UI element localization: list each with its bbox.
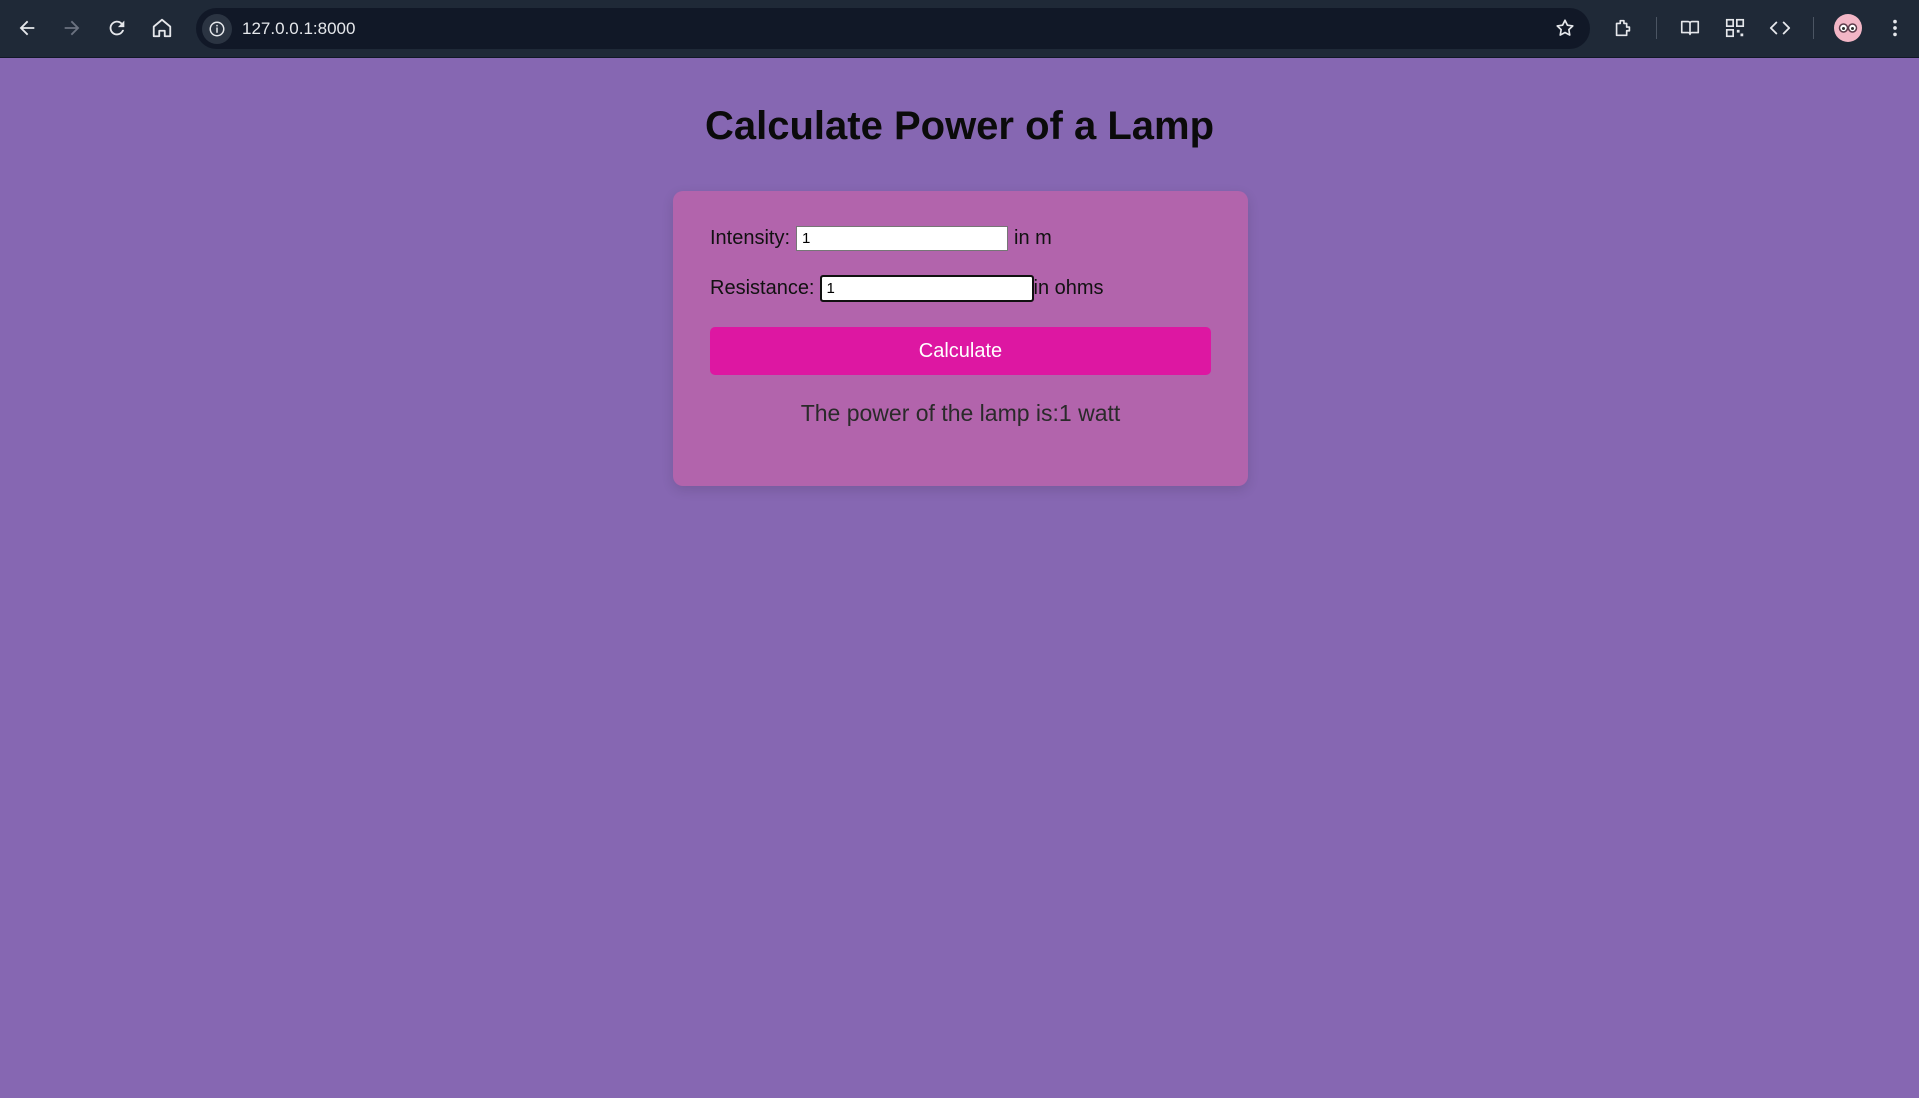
- browser-toolbar: 127.0.0.1:8000: [0, 0, 1919, 58]
- profile-avatar[interactable]: [1834, 14, 1862, 42]
- calculator-card: Intensity: in m Resistance: in ohms Calc…: [673, 191, 1248, 486]
- reading-mode-icon[interactable]: [1674, 12, 1706, 44]
- intensity-label: Intensity:: [710, 227, 791, 249]
- resistance-input[interactable]: [819, 275, 1034, 302]
- forward-button[interactable]: [54, 10, 90, 46]
- resistance-unit: in ohms: [1033, 277, 1104, 299]
- back-arrow-icon: [19, 20, 35, 36]
- forward-arrow-icon: [64, 20, 80, 36]
- result-text: The power of the lamp is:1 watt: [800, 400, 1121, 426]
- bookmark-star-icon[interactable]: [1554, 17, 1576, 39]
- qr-code-icon[interactable]: [1719, 12, 1751, 44]
- page-title: Calculate Power of a Lamp: [704, 104, 1215, 148]
- address-bar[interactable]: 127.0.0.1:8000: [196, 8, 1590, 49]
- extensions-icon[interactable]: [1607, 12, 1639, 44]
- reload-icon: [109, 20, 125, 36]
- reload-button[interactable]: [99, 10, 135, 46]
- resistance-label: Resistance:: [710, 277, 815, 299]
- back-button[interactable]: [9, 10, 45, 46]
- intensity-input[interactable]: [796, 226, 1009, 251]
- intensity-unit: in m: [1014, 227, 1052, 249]
- home-button[interactable]: [144, 10, 180, 46]
- toolbar-divider: [1656, 17, 1657, 39]
- intensity-row: Intensity: in m: [710, 226, 1052, 251]
- url-text[interactable]: 127.0.0.1:8000: [242, 19, 355, 39]
- menu-kebab-icon[interactable]: [1879, 12, 1911, 44]
- home-icon: [152, 18, 172, 38]
- devtools-code-icon[interactable]: [1764, 12, 1796, 44]
- resistance-row: Resistance: in ohms: [710, 275, 1104, 302]
- calculate-button[interactable]: Calculate: [710, 327, 1211, 375]
- site-info-icon[interactable]: [202, 13, 232, 44]
- profile-glasses-icon: [1838, 23, 1858, 33]
- toolbar-divider: [1813, 17, 1814, 39]
